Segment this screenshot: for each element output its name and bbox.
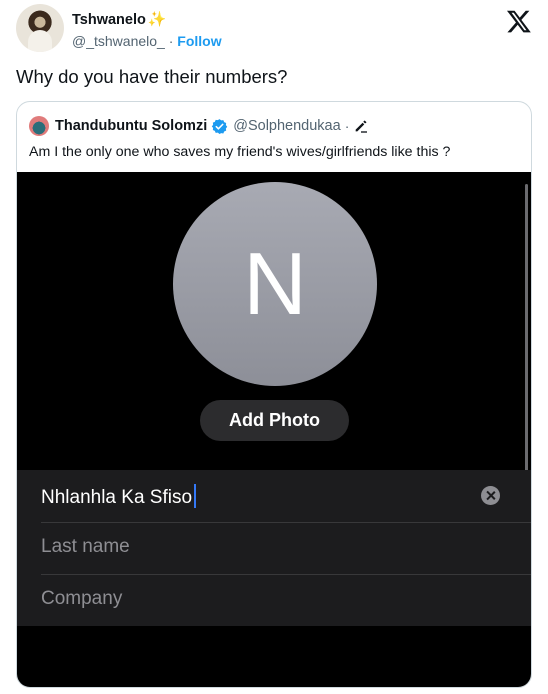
author-avatar[interactable] [16,4,64,52]
verified-badge-icon [212,118,228,134]
sparkle-emoji: ✨ [147,11,167,28]
edit-pencil-icon [356,120,368,133]
quoted-author-handle[interactable]: @Solphendukaa [233,118,340,134]
last-name-placeholder[interactable]: Last name [41,536,130,558]
author-name-row[interactable]: Tshwanelo ✨ [72,10,167,28]
follow-button[interactable]: Follow [177,33,221,49]
scrollbar[interactable] [525,184,528,474]
first-name-text: Nhlanhla Ka Sfiso [41,487,193,508]
first-name-value[interactable]: Nhlanhla Ka Sfiso [41,484,197,509]
quoted-tweet-card[interactable]: Thandubuntu Solomzi @Solphendukaa · Am I… [16,101,532,688]
last-name-field[interactable]: Last name [17,522,531,574]
author-name[interactable]: Tshwanelo [72,12,146,28]
handle-row: @_tshwanelo_ · Follow [72,33,222,49]
separator-dot: · [168,33,174,49]
company-placeholder[interactable]: Company [41,588,122,610]
company-field[interactable]: Company [17,574,531,626]
quoted-author-name[interactable]: Thandubuntu Solomzi [55,118,207,134]
quoted-author-avatar[interactable] [29,116,49,136]
tweet-header: Tshwanelo ✨ @_tshwanelo_ · Follow [0,0,548,60]
quoted-tweet-header: Thandubuntu Solomzi @Solphendukaa · [29,115,369,137]
contact-avatar-circle: N [173,182,377,386]
tweet-text: Why do you have their numbers? [16,66,288,87]
contact-fields: Nhlanhla Ka Sfiso Last name Company [17,470,531,626]
first-name-field[interactable]: Nhlanhla Ka Sfiso [17,470,531,522]
add-photo-button[interactable]: Add Photo [200,400,349,441]
author-handle[interactable]: @_tshwanelo_ [72,33,165,49]
x-logo-icon[interactable] [506,8,532,34]
clear-field-icon[interactable] [481,486,500,505]
quoted-tweet-text: Am I the only one who saves my friend's … [29,144,451,160]
contact-screenshot[interactable]: N Add Photo Nhlanhla Ka Sfiso Last name … [17,172,531,687]
contact-initial: N [243,234,307,333]
text-caret [194,484,197,508]
separator-dot: · [344,118,350,134]
